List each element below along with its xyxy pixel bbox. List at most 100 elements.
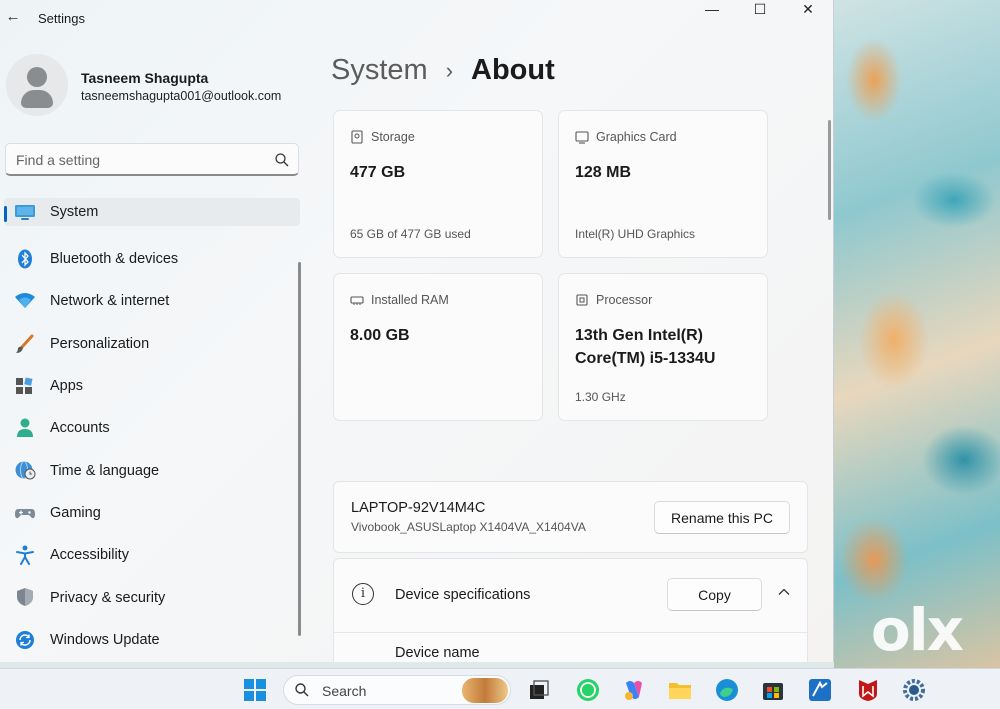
device-name-label: Device name (395, 645, 480, 661)
sync-icon (16, 630, 34, 649)
card-label: Installed RAM (371, 293, 449, 307)
sidebar-scrollbar[interactable] (298, 262, 301, 636)
pc-name-panel: LAPTOP-92V14M4C Vivobook_ASUSLaptop X140… (333, 481, 808, 553)
close-button[interactable]: ✕ (784, 0, 832, 20)
card-sub: Intel(R) UHD Graphics (575, 227, 696, 241)
sidebar-item-accounts[interactable]: Accounts (0, 407, 300, 449)
card-sub: 65 GB of 477 GB used (350, 227, 471, 241)
apps-icon (16, 377, 33, 394)
sidebar-item-label: System (50, 204, 99, 220)
olx-watermark: olx (870, 596, 964, 664)
maximize-button[interactable]: ☐ (736, 0, 784, 20)
wifi-icon (15, 293, 35, 309)
app-title: Settings (38, 11, 85, 26)
graphics-card[interactable]: Graphics Card 128 MB Intel(R) UHD Graphi… (558, 110, 768, 258)
desktop-wallpaper: olx (834, 0, 1000, 668)
search-field[interactable] (5, 143, 299, 176)
gamepad-icon (15, 508, 35, 518)
main-scrollbar[interactable] (828, 120, 831, 220)
settings-window: ← Settings — ☐ ✕ Tasneem Shagupta tasnee… (0, 0, 834, 662)
card-label: Processor (596, 293, 653, 307)
task-view-icon[interactable] (526, 677, 552, 703)
card-label: Graphics Card (596, 130, 677, 144)
sidebar-item-system[interactable]: System (4, 198, 300, 226)
settings-icon[interactable] (901, 677, 927, 703)
app-icon[interactable] (807, 677, 833, 703)
chevron-right-icon: › (445, 57, 454, 83)
monitor-icon (15, 205, 35, 220)
back-arrow-icon[interactable]: ← (4, 8, 22, 26)
sidebar-item-label: Accounts (50, 420, 110, 437)
taskbar-search-label: Search (322, 683, 367, 699)
file-explorer-icon[interactable] (667, 677, 693, 703)
sidebar-item-label: Windows Update (50, 631, 160, 648)
card-sub: 1.30 GHz (575, 390, 626, 404)
accessibility-icon (16, 545, 34, 566)
processor-line-2: Core(TM) i5-1334U (575, 350, 716, 367)
copilot-icon[interactable] (621, 677, 647, 703)
taskbar: Search (0, 668, 1000, 709)
graphics-card-icon (575, 131, 589, 144)
processor-line-1: 13th Gen Intel(R) (575, 327, 704, 344)
title-bar: ← Settings — ☐ ✕ (0, 0, 833, 36)
whatsapp-icon[interactable] (575, 677, 601, 703)
sidebar-item-label: Personalization (50, 335, 150, 352)
brush-icon (16, 334, 34, 353)
globe-clock-icon (15, 461, 36, 480)
search-icon (295, 683, 309, 697)
sidebar-item-personalization[interactable]: Personalization (0, 323, 300, 365)
sidebar-item-label: Time & language (50, 462, 160, 479)
sidebar-item-label: Privacy & security (50, 589, 166, 606)
device-specifications-panel: i Device specifications Copy Device name (333, 558, 808, 662)
store-icon[interactable] (760, 677, 786, 703)
edge-icon[interactable] (714, 677, 740, 703)
chevron-up-icon[interactable] (774, 585, 794, 605)
pc-model: Vivobook_ASUSLaptop X1404VA_X1404VA (351, 520, 586, 534)
windows-start-icon[interactable] (242, 677, 268, 703)
processor-icon (576, 294, 588, 306)
sidebar-item-privacy[interactable]: Privacy & security (0, 576, 300, 618)
sidebar-item-label: Gaming (50, 504, 101, 521)
search-icon[interactable] (274, 152, 290, 168)
sidebar-item-gaming[interactable]: Gaming (0, 492, 300, 534)
sidebar-item-windows-update[interactable]: Windows Update (0, 619, 300, 661)
card-value: 128 MB (575, 164, 632, 181)
ram-card[interactable]: Installed RAM 8.00 GB (333, 273, 543, 421)
breadcrumb: System › About (331, 54, 555, 87)
avatar[interactable] (6, 54, 68, 116)
user-email: tasneemshagupta001@outlook.com (81, 89, 282, 103)
sidebar-item-network[interactable]: Network & internet (0, 280, 300, 322)
sidebar-item-label: Apps (50, 378, 84, 395)
storage-card[interactable]: Storage 477 GB 65 GB of 477 GB used (333, 110, 543, 258)
info-icon: i (352, 583, 374, 605)
card-value: 477 GB (350, 164, 406, 181)
user-name: Tasneem Shagupta (81, 70, 209, 86)
search-input[interactable] (16, 150, 266, 170)
sidebar-item-label: Bluetooth & devices (50, 251, 179, 268)
pc-name: LAPTOP-92V14M4C (351, 500, 486, 516)
breadcrumb-parent[interactable]: System (331, 54, 428, 87)
card-label: Storage (371, 130, 415, 144)
bluetooth-icon (18, 249, 32, 269)
rename-pc-button[interactable]: Rename this PC (654, 501, 790, 534)
mcafee-icon[interactable] (855, 677, 881, 703)
sidebar-item-time-language[interactable]: Time & language (0, 449, 300, 491)
ram-icon (350, 296, 364, 305)
sidebar-nav: System Bluetooth & devices Network & int… (0, 196, 300, 661)
sidebar-item-label: Network & internet (50, 293, 170, 310)
sidebar-item-bluetooth[interactable]: Bluetooth & devices (0, 238, 300, 280)
divider (334, 632, 807, 633)
sidebar-item-label: Accessibility (50, 547, 129, 564)
card-value: 13th Gen Intel(R) Core(TM) i5-1334U (575, 324, 715, 370)
sidebar-item-accessibility[interactable]: Accessibility (0, 534, 300, 576)
search-highlight-image (462, 678, 508, 703)
person-icon (17, 418, 33, 438)
sidebar-item-apps[interactable]: Apps (0, 365, 300, 407)
storage-icon (351, 130, 363, 144)
processor-card[interactable]: Processor 13th Gen Intel(R) Core(TM) i5-… (558, 273, 768, 421)
minimize-button[interactable]: — (688, 0, 736, 20)
device-specifications-title: Device specifications (395, 587, 531, 603)
taskbar-search[interactable]: Search (283, 675, 511, 705)
card-value: 8.00 GB (350, 327, 410, 344)
copy-button[interactable]: Copy (667, 578, 762, 611)
